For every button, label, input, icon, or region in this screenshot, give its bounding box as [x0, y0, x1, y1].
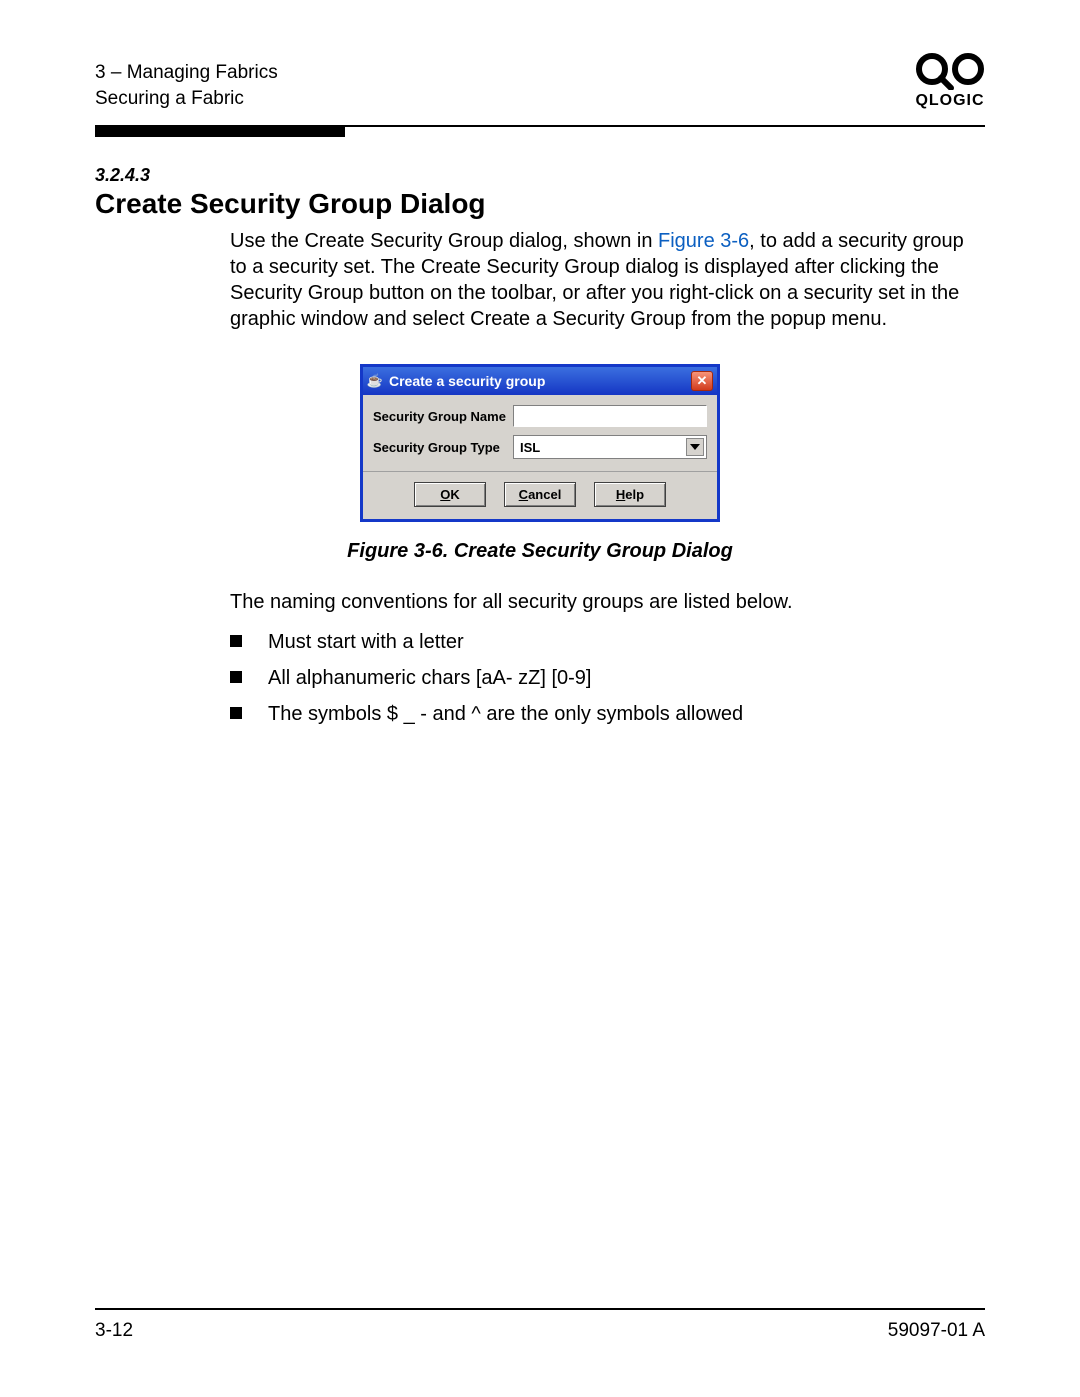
bullet-text: The symbols $ _ - and ^ are the only sym…: [268, 701, 743, 727]
bullet-list: Must start with a letter All alphanumeri…: [230, 629, 975, 727]
intro-paragraph: Use the Create Security Group dialog, sh…: [230, 228, 975, 332]
document-number: 59097-01 A: [888, 1320, 985, 1342]
dialog-titlebar: ☕ Create a security group ✕: [363, 367, 717, 395]
list-item: The symbols $ _ - and ^ are the only sym…: [230, 701, 975, 727]
security-group-name-label: Security Group Name: [373, 409, 513, 424]
figure-caption: Figure 3-6. Create Security Group Dialog: [95, 540, 985, 563]
list-item: All alphanumeric chars [aA- zZ] [0-9]: [230, 665, 975, 691]
section-number: 3.2.4.3: [95, 165, 985, 186]
page-footer: 3-12 59097-01 A: [95, 1308, 985, 1342]
chapter-label: 3 – Managing Fabrics: [95, 60, 278, 86]
bullet-icon: [230, 671, 242, 683]
brand-logo: QLOGIC: [915, 48, 985, 110]
ok-rest: K: [450, 487, 459, 502]
brand-name: QLOGIC: [915, 92, 985, 110]
dropdown-arrow-button[interactable]: [686, 438, 704, 456]
header-rule: [95, 125, 985, 137]
security-group-type-label: Security Group Type: [373, 440, 513, 455]
security-group-name-input[interactable]: [513, 405, 707, 427]
bullet-icon: [230, 707, 242, 719]
qlogic-logo-icon: [915, 48, 985, 90]
cancel-rest: ancel: [528, 487, 561, 502]
intro-text-pre: Use the Create Security Group dialog, sh…: [230, 230, 658, 252]
bullet-text: Must start with a letter: [268, 629, 464, 655]
dialog-title: Create a security group: [389, 373, 545, 389]
close-button[interactable]: ✕: [691, 371, 713, 391]
list-item: Must start with a letter: [230, 629, 975, 655]
help-button[interactable]: Help: [594, 482, 666, 507]
java-icon: ☕: [367, 373, 383, 389]
cancel-button[interactable]: Cancel: [504, 482, 576, 507]
page-header-text: 3 – Managing Fabrics Securing a Fabric: [95, 60, 278, 111]
dropdown-value: ISL: [520, 440, 540, 455]
page-number: 3-12: [95, 1320, 133, 1342]
help-rest: elp: [625, 487, 644, 502]
bullet-icon: [230, 635, 242, 647]
security-group-type-dropdown[interactable]: ISL: [513, 435, 707, 459]
chevron-down-icon: [690, 444, 700, 450]
section-title: Create Security Group Dialog: [95, 188, 985, 220]
section-label: Securing a Fabric: [95, 86, 278, 112]
naming-intro: The naming conventions for all security …: [230, 589, 975, 615]
close-icon: ✕: [697, 373, 708, 389]
figure-reference-link[interactable]: Figure 3-6: [658, 230, 749, 252]
bullet-text: All alphanumeric chars [aA- zZ] [0-9]: [268, 665, 591, 691]
create-security-group-dialog: ☕ Create a security group ✕ Security Gro…: [360, 364, 720, 522]
ok-button[interactable]: OK: [414, 482, 486, 507]
